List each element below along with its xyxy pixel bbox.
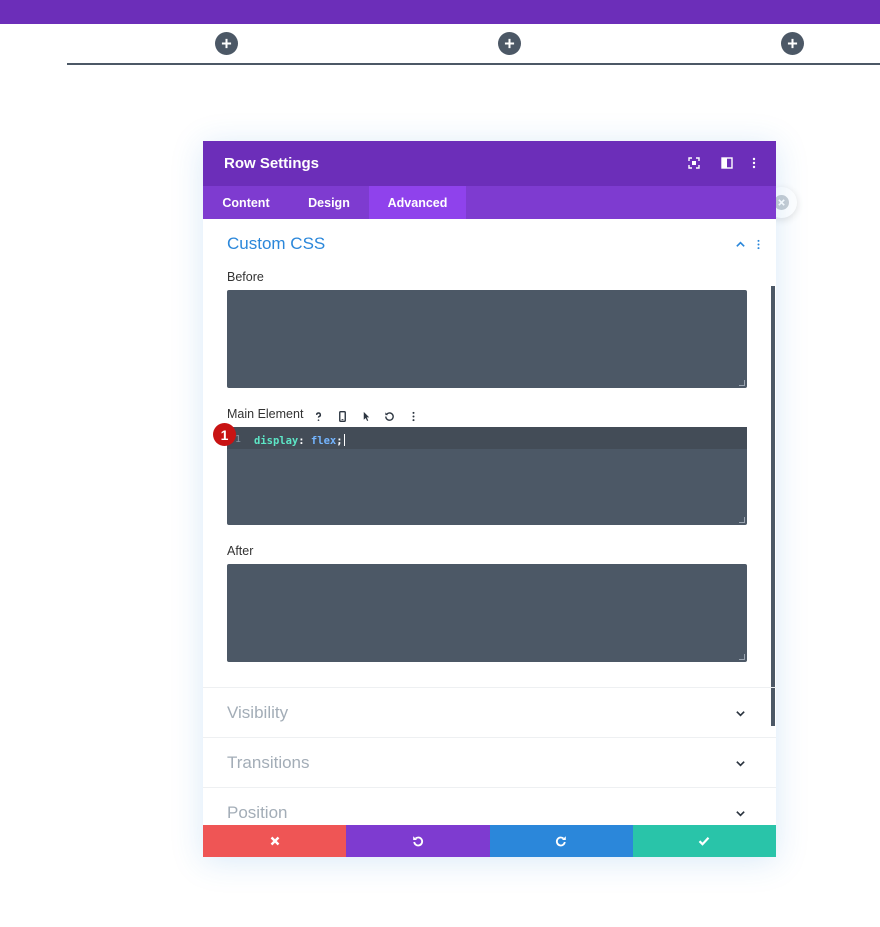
after-label: After [227,544,254,558]
save-button[interactable] [632,825,776,857]
field-options-button[interactable] [404,407,422,425]
help-button[interactable] [309,407,327,425]
add-module-button-2[interactable] [498,32,521,55]
text-caret [343,434,345,446]
redo-button[interactable] [489,825,633,857]
css-property: display [254,435,299,447]
split-view-icon [721,157,733,169]
after-css-editor[interactable] [227,564,747,662]
plus-icon [504,38,515,49]
expand-transitions-button[interactable] [733,756,747,770]
section-position[interactable]: Position [203,787,776,825]
modal-title: Row Settings [224,155,320,172]
tab-advanced[interactable]: Advanced [369,186,466,219]
fullscreen-button[interactable] [686,155,702,171]
reset-icon [384,411,394,421]
resize-handle[interactable] [739,517,745,523]
fullscreen-icon [688,157,700,169]
split-view-button[interactable] [719,155,735,171]
tab-content[interactable]: Content [203,186,289,219]
tab-design[interactable]: Design [289,186,369,219]
more-vertical-icon [752,157,756,169]
help-icon [315,411,321,421]
step-badge: 1 [213,423,236,446]
section-title-visibility: Visibility [227,703,289,722]
more-vertical-icon [756,239,760,249]
section-title-position: Position [227,803,288,822]
undo-icon [413,836,423,847]
before-css-editor[interactable] [227,290,747,388]
chevron-up-icon [735,240,745,247]
main-element-label: Main Element [227,407,304,421]
cancel-icon [270,836,279,846]
add-module-button-1[interactable] [215,32,238,55]
expand-visibility-button[interactable] [733,706,747,720]
chevron-down-icon [735,710,745,717]
scrollbar[interactable] [771,286,775,726]
cursor-icon [363,411,369,421]
collapse-section-button[interactable] [733,237,747,251]
resize-handle[interactable] [739,654,745,660]
settings-tabs: Content Design Advanced [203,186,776,219]
reset-button[interactable] [380,407,398,425]
hover-state-button[interactable] [357,407,375,425]
section-options-button[interactable] [751,237,765,251]
modal-footer [203,825,776,857]
responsive-button[interactable] [333,407,351,425]
chevron-down-icon [735,810,745,817]
mobile-icon [338,410,346,422]
css-colon: : [298,435,305,447]
modal-header: Row Settings [203,141,776,186]
close-icon [778,199,785,206]
row-settings-modal: Row Settings Content Design Advanced Cus… [203,141,776,857]
code-line[interactable]: display: flex; [254,434,345,447]
expand-position-button[interactable] [733,806,747,820]
css-semicolon: ; [336,435,343,447]
add-module-button-3[interactable] [781,32,804,55]
resize-handle[interactable] [739,380,745,386]
row-divider [67,63,880,65]
section-title-custom-css[interactable]: Custom CSS [227,234,325,254]
chevron-down-icon [735,760,745,767]
undo-button[interactable] [346,825,490,857]
section-visibility[interactable]: Visibility [203,687,776,737]
section-title-transitions: Transitions [227,753,310,772]
plus-icon [787,38,798,49]
more-options-button[interactable] [746,155,762,171]
save-check-icon [699,836,710,846]
section-transitions[interactable]: Transitions [203,737,776,787]
top-toolbar [0,0,880,24]
css-value: flex [310,435,337,447]
plus-icon [221,38,232,49]
before-label: Before [227,270,264,284]
more-vertical-icon [411,411,415,421]
redo-icon [556,836,566,847]
cancel-button[interactable] [203,825,347,857]
main-element-css-editor[interactable]: 1 display: flex; [227,427,747,525]
